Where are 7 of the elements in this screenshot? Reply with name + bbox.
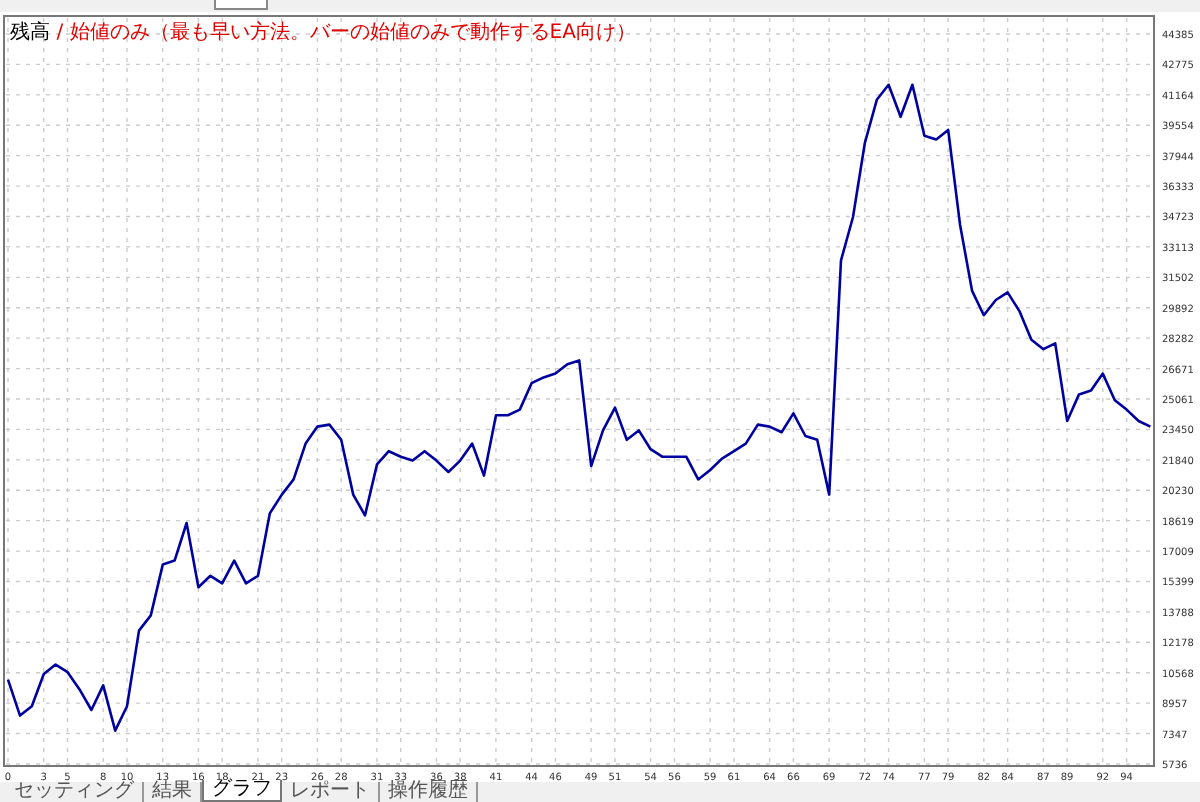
chart-title: 残高 [10,22,50,44]
tab[interactable]: 操作履歴 [380,782,478,802]
tab[interactable]: レポート [282,782,380,802]
model-note: 始値のみ（最も早い方法。バーの始値のみで動作するEA向け） [69,22,636,44]
tab[interactable]: グラフ [202,780,282,802]
tab[interactable]: セッティング [6,782,144,802]
title-separator: / [56,22,64,44]
